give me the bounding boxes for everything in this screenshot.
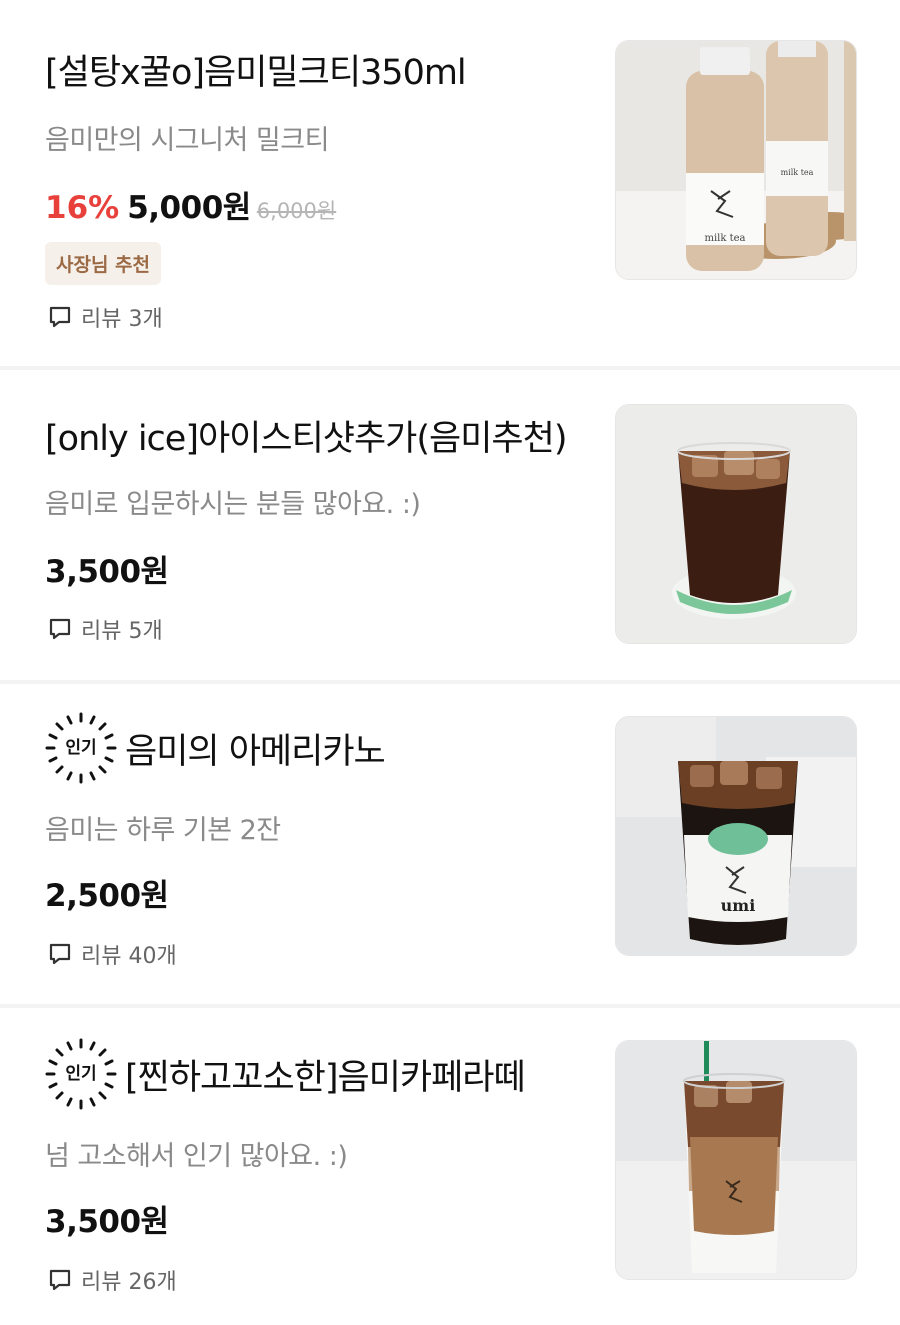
review-count: 리뷰 40개 bbox=[47, 938, 177, 970]
popular-badge: 인기 bbox=[45, 1038, 117, 1110]
chat-bubble-icon bbox=[49, 618, 71, 640]
popular-badge: 인기 bbox=[45, 712, 117, 784]
price-row: 2,500원 bbox=[45, 870, 169, 915]
sale-price: 5,000원 bbox=[127, 190, 251, 226]
price-row: 3,500원 bbox=[45, 1196, 169, 1241]
review-count-label: 리뷰 40개 bbox=[81, 944, 177, 969]
menu-item-image[interactable] bbox=[615, 404, 857, 644]
chat-bubble-icon bbox=[49, 1269, 71, 1291]
review-count-label: 리뷰 5개 bbox=[81, 619, 163, 644]
original-price: 6,000원 bbox=[256, 199, 337, 223]
menu-item-title: 음미의 아메리카노 bbox=[125, 731, 386, 772]
sale-price: 3,500원 bbox=[45, 1204, 169, 1240]
title-row: 인기 음미의 아메리카노 bbox=[45, 712, 386, 784]
menu-item-americano[interactable]: 인기 음미의 아메리카노 음미는 하루 기본 2잔 2,500원 리뷰 40개 … bbox=[0, 684, 900, 1004]
price-row: 3,500원 bbox=[45, 546, 169, 591]
menu-item-milk-tea[interactable]: [설탕x꿀o]음미밀크티350ml 음미만의 시그니처 밀크티 16% 5,00… bbox=[0, 0, 900, 366]
title-row: 인기 [찐하고꼬소한]음미카페라떼 bbox=[45, 1038, 526, 1110]
review-count-label: 리뷰 3개 bbox=[81, 307, 163, 332]
menu-item-iced-tea-shot[interactable]: [only ice]아이스티샷추가(음미추천) 음미로 입문하시는 분들 많아요… bbox=[0, 370, 900, 680]
title-row: [only ice]아이스티샷추가(음미추천) bbox=[45, 410, 567, 461]
price-row: 16% 5,000원 6,000원 bbox=[45, 182, 336, 227]
discount-rate: 16% bbox=[45, 190, 120, 226]
menu-item-description: 음미는 하루 기본 2잔 bbox=[45, 815, 281, 846]
menu-item-image[interactable]: milk tea milk tea bbox=[615, 40, 857, 280]
owner-recommend-badge: 사장님 추천 bbox=[45, 242, 162, 285]
sale-price: 2,500원 bbox=[45, 878, 169, 914]
review-count: 리뷰 26개 bbox=[47, 1264, 177, 1296]
menu-item-description: 넘 고소해서 인기 많아요. :) bbox=[45, 1141, 348, 1172]
review-count: 리뷰 5개 bbox=[47, 613, 163, 645]
menu-item-cafe-latte[interactable]: 인기 [찐하고꼬소한]음미카페라떼 넘 고소해서 인기 많아요. :) 3,50… bbox=[0, 1008, 900, 1325]
chat-bubble-icon bbox=[49, 943, 71, 965]
menu-item-description: 음미만의 시그니처 밀크티 bbox=[45, 125, 329, 156]
chat-bubble-icon bbox=[49, 306, 71, 328]
popular-badge-label: 인기 bbox=[65, 1064, 97, 1084]
title-row: [설탕x꿀o]음미밀크티350ml bbox=[45, 44, 467, 95]
menu-item-title: [찐하고꼬소한]음미카페라떼 bbox=[125, 1057, 526, 1098]
bottle-label: milk tea bbox=[781, 168, 814, 177]
menu-item-title: [only ice]아이스티샷추가(음미추천) bbox=[45, 419, 567, 459]
review-count-label: 리뷰 26개 bbox=[81, 1270, 177, 1295]
bottle-label: milk tea bbox=[704, 233, 745, 244]
sale-price: 3,500원 bbox=[45, 554, 169, 590]
cup-sleeve-label: umi bbox=[721, 896, 756, 915]
menu-item-image[interactable]: umi bbox=[615, 716, 857, 956]
menu-item-description: 음미로 입문하시는 분들 많아요. :) bbox=[45, 489, 421, 520]
menu-item-image[interactable] bbox=[615, 1040, 857, 1280]
menu-item-title: [설탕x꿀o]음미밀크티350ml bbox=[45, 53, 467, 93]
popular-badge-label: 인기 bbox=[65, 738, 97, 758]
review-count: 리뷰 3개 bbox=[47, 301, 163, 333]
